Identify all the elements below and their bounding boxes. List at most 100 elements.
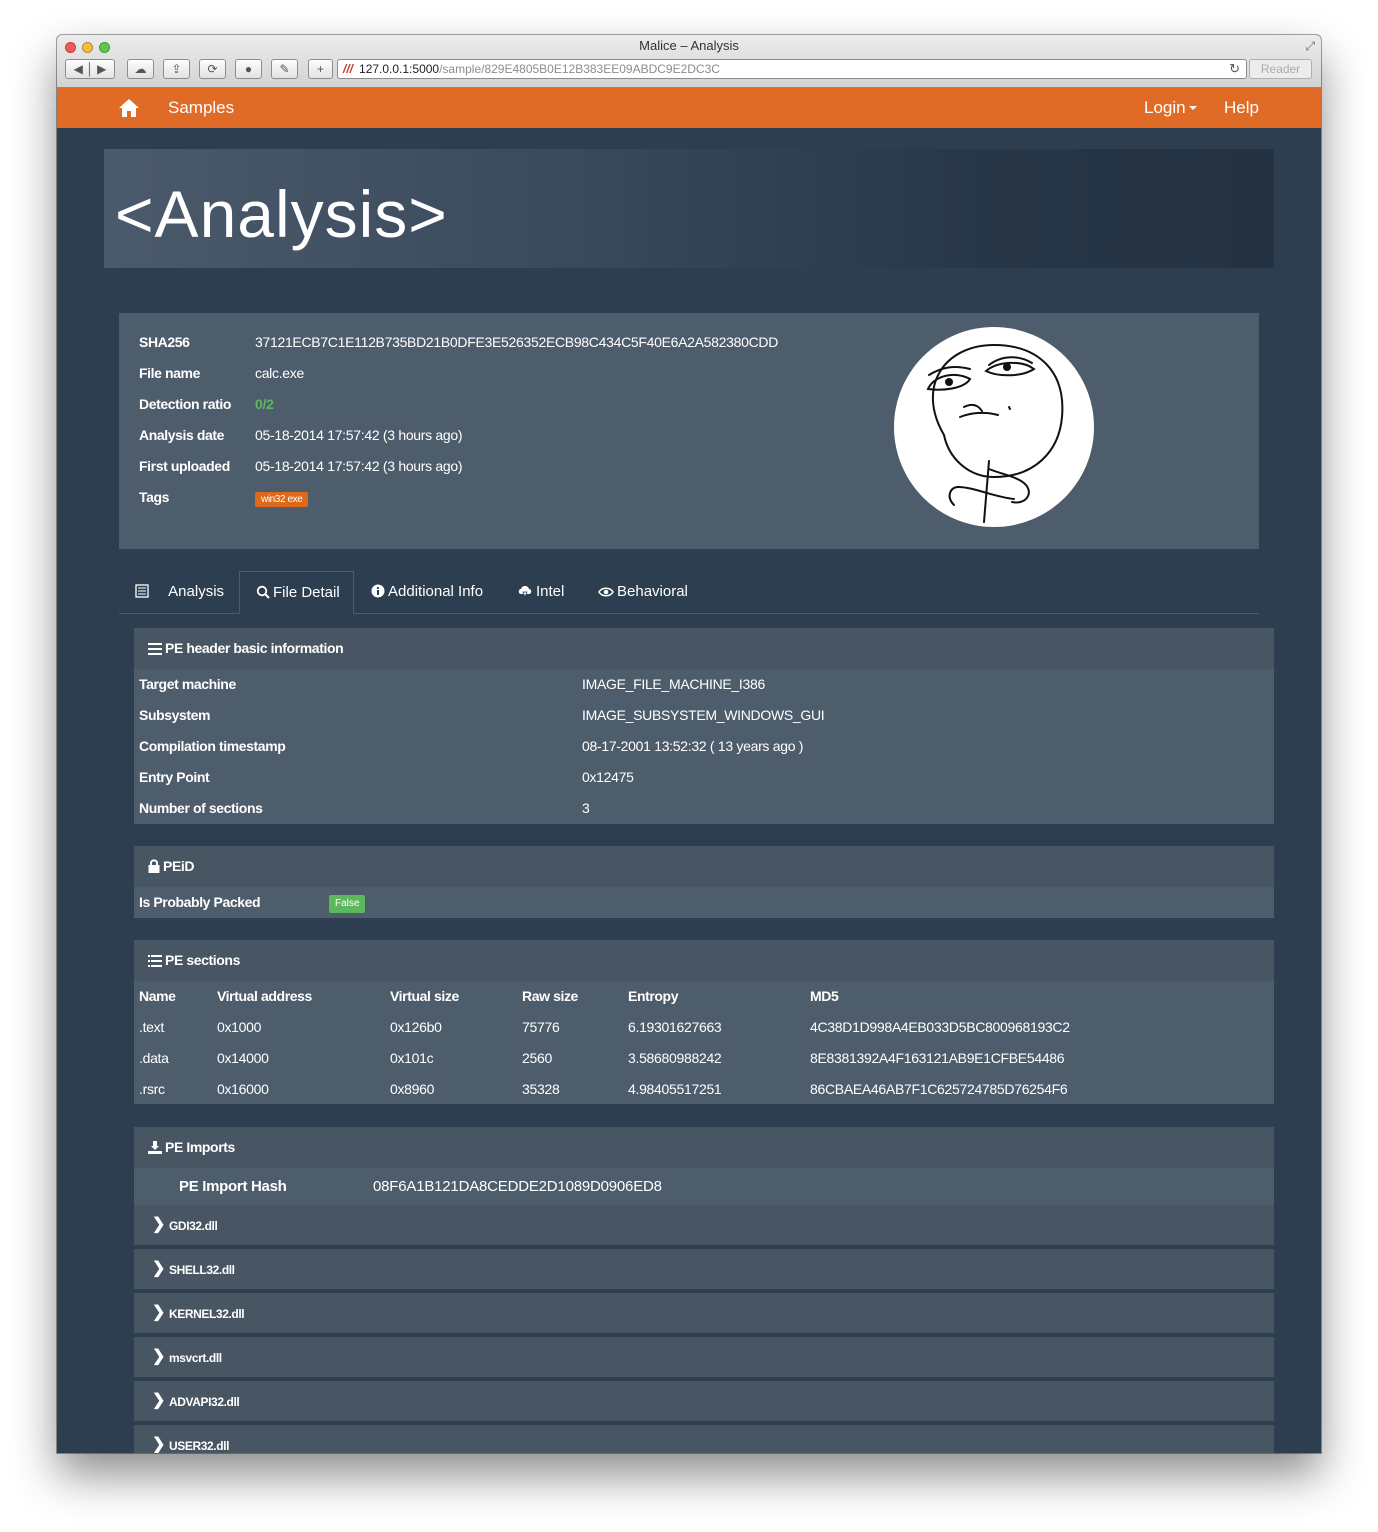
chevron-right-icon: ❯ <box>152 1392 166 1409</box>
row-value: 0x12475 <box>582 769 634 785</box>
first-uploaded-label: First uploaded <box>139 458 230 474</box>
row-value: IMAGE_SUBSYSTEM_WINDOWS_GUI <box>582 707 825 723</box>
tools-button[interactable]: ✎ <box>271 59 298 79</box>
row-value: 3 <box>582 800 590 816</box>
url-host: 127.0.0.1:5000 <box>359 62 440 76</box>
table-cell: .data <box>139 1049 169 1066</box>
pe-header-row: Number of sections 3 <box>134 793 1274 824</box>
table-cell: 4.98405517251 <box>628 1080 722 1097</box>
info-icon <box>371 584 385 598</box>
tab-intel[interactable]: Intel <box>517 571 564 613</box>
reader-button[interactable]: Reader <box>1249 59 1312 79</box>
packed-value-cell: False <box>329 887 366 918</box>
dll-accordion-item[interactable]: ❯ ADVAPI32.dll <box>134 1381 1274 1421</box>
import-hash-value: 08F6A1B121DA8CEDDE2D1089D0906ED8 <box>373 1178 662 1195</box>
icloud-tabs-button[interactable]: ☁ <box>127 59 154 79</box>
tag-badge[interactable]: win32 exe <box>255 492 309 507</box>
dll-name: USER32.dll <box>169 1439 230 1453</box>
tab-behavioral[interactable]: Behavioral <box>598 571 688 613</box>
analysis-date-row: Analysis date 05-18-2014 17:57:42 (3 hou… <box>139 427 899 458</box>
table-row: .data 0x14000 0x101c 2560 3.58680988242 … <box>134 1042 1274 1073</box>
filename-row: File name calc.exe <box>139 365 899 396</box>
address-bar[interactable]: /// 127.0.0.1:5000/sample/829E4805B0E12B3… <box>337 59 1247 79</box>
packed-status-badge: False <box>329 895 366 913</box>
tab-file-detail[interactable]: File Detail <box>239 571 354 614</box>
table-cell: 2560 <box>522 1049 552 1066</box>
home-icon[interactable] <box>118 97 140 119</box>
row-key: Number of sections <box>139 800 263 816</box>
dll-accordion-item[interactable]: ❯ KERNEL32.dll <box>134 1293 1274 1333</box>
tab-behavioral-label: Behavioral <box>617 583 688 600</box>
pe-header-heading: PE header basic information <box>134 628 1274 669</box>
window-title: Malice – Analysis <box>639 38 739 53</box>
dll-name: ADVAPI32.dll <box>169 1395 240 1409</box>
tab-additional-info-label: Additional Info <box>388 583 484 600</box>
page-title: <Analysis> <box>115 177 448 251</box>
table-cell: 35328 <box>522 1080 560 1097</box>
row-key: Subsystem <box>139 707 211 723</box>
pe-imports-heading: PE Imports <box>134 1127 1274 1168</box>
zoom-icon <box>256 585 270 599</box>
sha256-row: SHA256 37121ECB7C1E112B735BD21B0DFE3E526… <box>139 334 899 365</box>
browser-toolbar: Malice – Analysis ⤢ ◀ │ ▶ ☁ ⇪ ⟳ ● ✎ + //… <box>57 35 1321 88</box>
wrench-icon: ✎ <box>279 62 290 76</box>
table-cell: .text <box>139 1018 164 1035</box>
column-header: Name <box>139 988 176 1004</box>
tab-file-detail-label: File Detail <box>273 584 340 601</box>
browser-window: Malice – Analysis ⤢ ◀ │ ▶ ☁ ⇪ ⟳ ● ✎ + //… <box>57 35 1321 1453</box>
dll-accordion-item[interactable]: ❯ USER32.dll <box>134 1425 1274 1453</box>
import-hash-label: PE Import Hash <box>179 1178 287 1195</box>
first-uploaded-row: First uploaded 05-18-2014 17:57:42 (3 ho… <box>139 458 899 489</box>
fullscreen-icon[interactable]: ⤢ <box>1305 39 1315 54</box>
row-key: Compilation timestamp <box>139 738 286 754</box>
pe-header-panel: PE header basic information Target machi… <box>134 628 1274 824</box>
new-tab-button[interactable]: + <box>308 59 333 79</box>
forward-icon[interactable]: ▶ <box>97 62 106 76</box>
nav-login-dropdown[interactable]: Login <box>1144 98 1197 118</box>
pe-imports-panel: PE Imports PE Import Hash 08F6A1B121DA8C… <box>134 1127 1274 1453</box>
chevron-right-icon: ❯ <box>152 1216 166 1233</box>
peid-heading: PEiD <box>134 846 1274 887</box>
back-forward-buttons[interactable]: ◀ │ ▶ <box>65 59 115 79</box>
first-uploaded-value: 05-18-2014 17:57:42 (3 hours ago) <box>255 458 463 474</box>
filename-value: calc.exe <box>255 365 304 381</box>
table-cell: .rsrc <box>139 1080 165 1097</box>
back-icon[interactable]: ◀ <box>74 62 83 76</box>
cloud-icon: ☁ <box>134 62 147 76</box>
tab-analysis-label: Analysis <box>168 583 225 600</box>
tab-analysis[interactable]: Analysis <box>135 571 224 613</box>
sha256-value: 37121ECB7C1E112B735BD21B0DFE3E526352ECB9… <box>255 334 779 350</box>
list-icon <box>148 955 162 967</box>
nav-help-link[interactable]: Help <box>1224 98 1259 118</box>
history-button[interactable]: ⟳ <box>199 59 226 79</box>
page-header: <Analysis> <box>104 149 1274 268</box>
tags-label: Tags <box>139 489 170 505</box>
extension-button[interactable]: ● <box>235 59 262 79</box>
nav-samples-link[interactable]: Samples <box>168 98 234 118</box>
dll-accordion-item[interactable]: ❯ msvcrt.dll <box>134 1337 1274 1377</box>
tab-additional-info[interactable]: Additional Info <box>371 571 483 613</box>
import-hash-row: PE Import Hash 08F6A1B121DA8CEDDE2D1089D… <box>134 1168 1274 1205</box>
nav-login-label: Login <box>1144 98 1186 117</box>
table-cell: 0x101c <box>390 1049 434 1066</box>
dll-name: msvcrt.dll <box>169 1351 222 1365</box>
reload-icon[interactable]: ↻ <box>1229 60 1240 78</box>
dll-accordion-item[interactable]: ❯ SHELL32.dll <box>134 1249 1274 1289</box>
table-cell: 75776 <box>522 1018 560 1035</box>
column-header: Raw size <box>522 988 578 1004</box>
lock-icon <box>148 859 160 873</box>
dll-accordion-item[interactable]: ❯ GDI32.dll <box>134 1205 1274 1245</box>
chevron-right-icon: ❯ <box>152 1436 166 1453</box>
table-cell: 0x8960 <box>390 1080 435 1097</box>
table-row: .rsrc 0x16000 0x8960 35328 4.98405517251… <box>134 1073 1274 1104</box>
detection-ratio-value: 0/2 <box>255 396 274 412</box>
table-cell: 3.58680988242 <box>628 1049 722 1066</box>
peid-row: Is Probably Packed False <box>134 887 1274 918</box>
column-header: Entropy <box>628 988 679 1004</box>
packed-label: Is Probably Packed <box>139 894 261 910</box>
share-button[interactable]: ⇪ <box>163 59 190 79</box>
table-row: .text 0x1000 0x126b0 75776 6.19301627663… <box>134 1011 1274 1042</box>
pe-imports-title: PE Imports <box>165 1139 235 1155</box>
history-icon: ⟳ <box>207 62 218 76</box>
url-path: /sample/829E4805B0E12B383EE09ABDC9E2DC3C <box>439 62 720 76</box>
